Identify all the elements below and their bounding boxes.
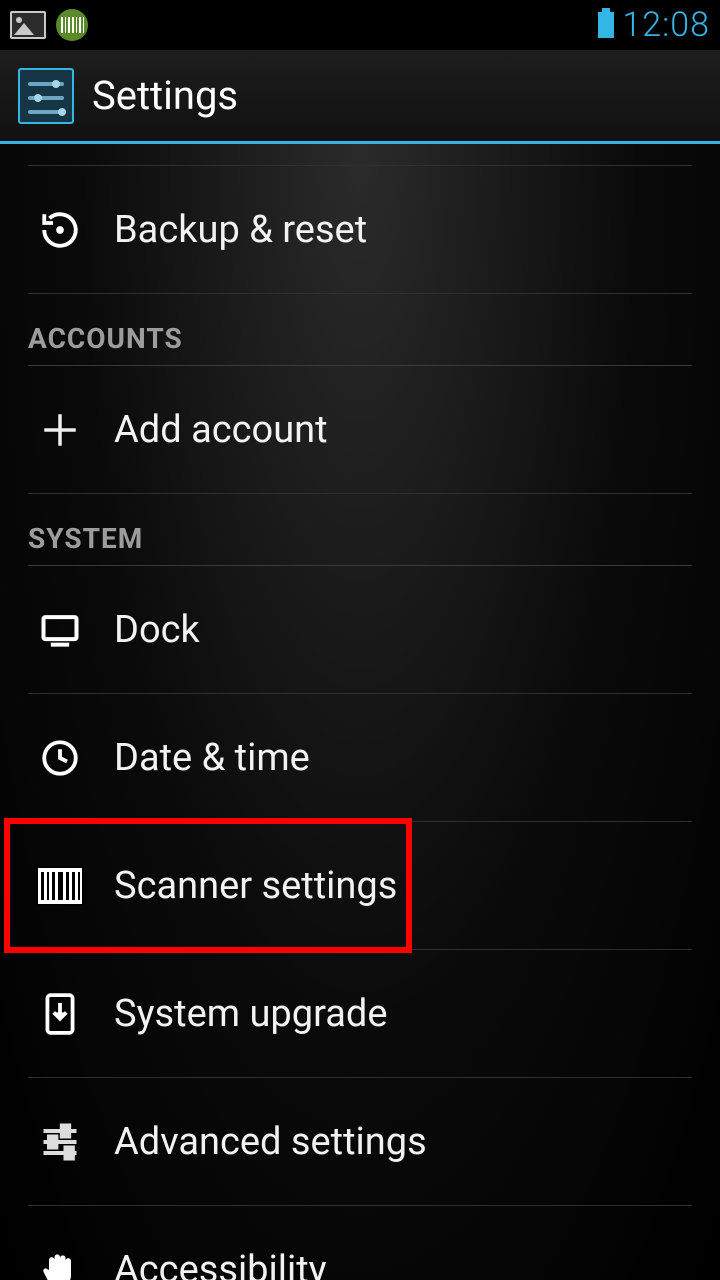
- dock-icon: [36, 606, 84, 654]
- barcode-icon: [36, 862, 84, 910]
- settings-app-icon: [18, 68, 74, 124]
- status-bar[interactable]: 12:08: [0, 0, 720, 50]
- settings-item-add-account[interactable]: Add account: [28, 366, 692, 494]
- settings-item-label: Backup & reset: [114, 208, 367, 252]
- gallery-notification-icon: [10, 11, 46, 39]
- settings-item-label: Date & time: [114, 736, 310, 780]
- app-title: Settings: [92, 72, 238, 119]
- settings-item-date-time[interactable]: Date & time: [28, 694, 692, 822]
- plus-icon: [36, 406, 84, 454]
- app-header: Settings: [0, 50, 720, 144]
- backup-reset-icon: [36, 206, 84, 254]
- section-header-accounts: ACCOUNTS: [28, 294, 692, 366]
- settings-item-label: Dock: [114, 608, 200, 652]
- sliders-icon: [36, 1118, 84, 1166]
- hand-icon: [36, 1246, 84, 1280]
- section-header-label: ACCOUNTS: [28, 322, 183, 355]
- clock-icon: [36, 734, 84, 782]
- barcode-app-notification-icon: [56, 9, 88, 41]
- section-header-label: SYSTEM: [28, 522, 143, 555]
- settings-item-label: Scanner settings: [114, 864, 397, 908]
- settings-item-advanced-settings[interactable]: Advanced settings: [28, 1078, 692, 1206]
- settings-item-accessibility[interactable]: Accessibility: [28, 1206, 692, 1280]
- download-icon: [36, 990, 84, 1038]
- battery-icon: [598, 12, 614, 38]
- settings-item-backup-reset[interactable]: Backup & reset: [28, 166, 692, 294]
- settings-item-label: Advanced settings: [114, 1120, 427, 1164]
- settings-item-system-upgrade[interactable]: System upgrade: [28, 950, 692, 1078]
- status-clock: 12:08: [622, 5, 710, 45]
- settings-item-label: Add account: [114, 408, 328, 452]
- settings-list[interactable]: Backup & reset ACCOUNTS Add account SYST…: [0, 144, 720, 1280]
- divider: [28, 144, 692, 166]
- settings-item-scanner-settings[interactable]: Scanner settings: [28, 822, 692, 950]
- settings-item-label: System upgrade: [114, 992, 388, 1036]
- settings-item-label: Accessibility: [114, 1248, 327, 1280]
- section-header-system: SYSTEM: [28, 494, 692, 566]
- settings-item-dock[interactable]: Dock: [28, 566, 692, 694]
